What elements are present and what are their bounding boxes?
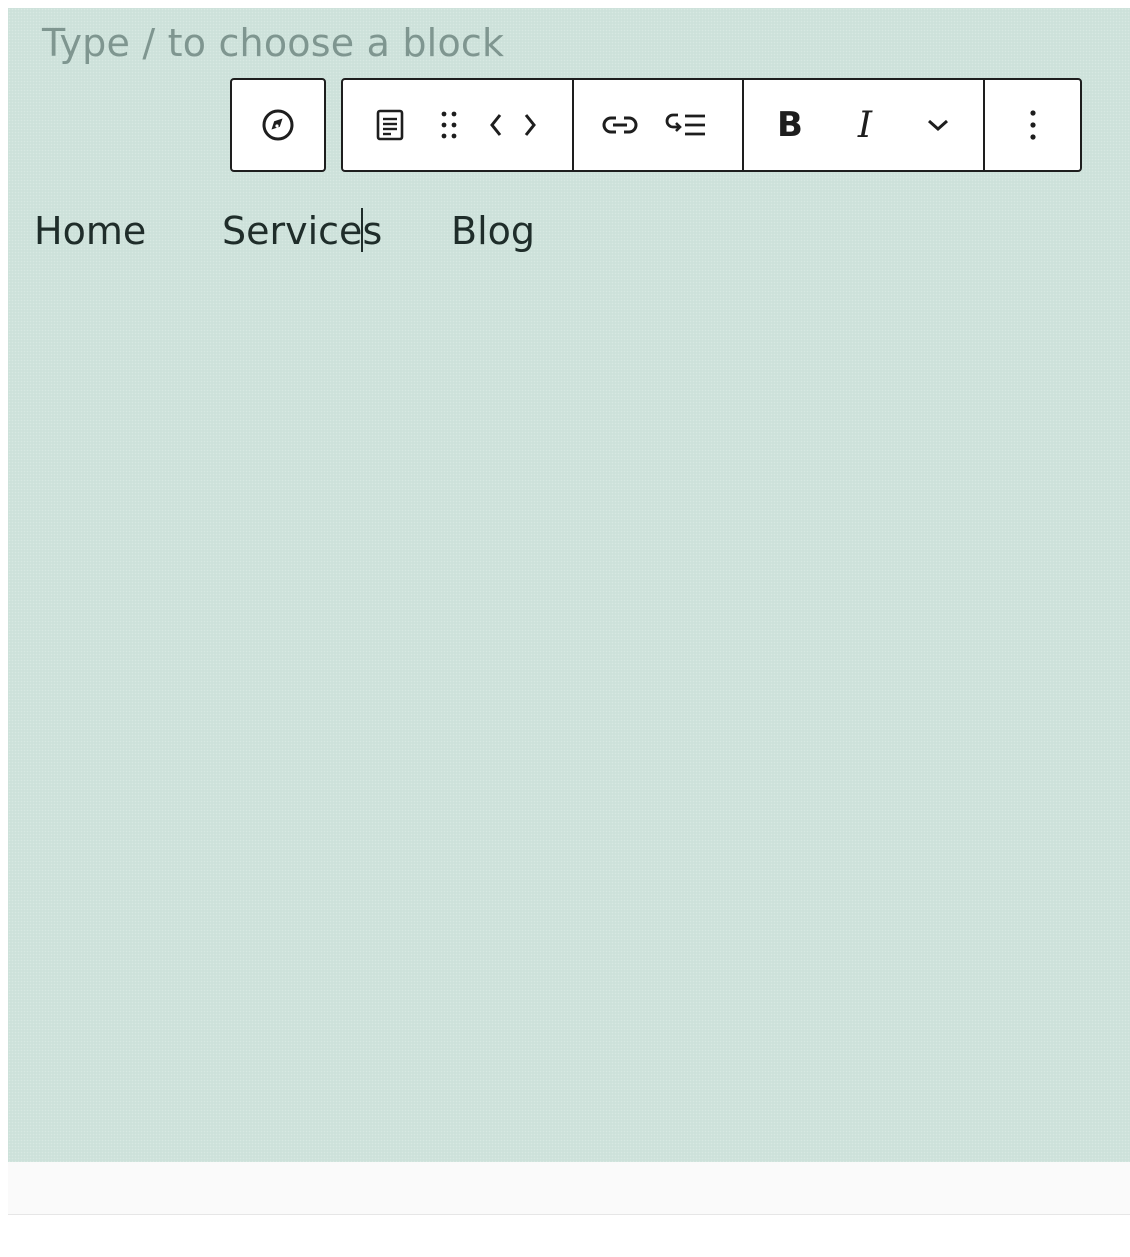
navigation-button[interactable] xyxy=(232,80,324,170)
italic-label: I xyxy=(857,104,873,146)
chevron-down-icon xyxy=(925,116,951,134)
block-placeholder[interactable]: Type / to choose a block xyxy=(42,20,504,66)
nav-link-services[interactable]: Services xyxy=(222,205,382,257)
toolbar-options-segment xyxy=(983,80,1080,170)
block-toolbar: B I xyxy=(341,78,1082,172)
drag-handle[interactable] xyxy=(419,80,479,170)
nav-link-home[interactable]: Home xyxy=(34,205,146,257)
link-icon xyxy=(600,111,640,139)
move-right-button[interactable] xyxy=(513,80,547,170)
italic-button[interactable]: I xyxy=(820,80,910,170)
chevron-left-icon xyxy=(487,110,505,140)
nav-link-services-text-after-caret: s xyxy=(362,209,383,253)
block-type-button[interactable] xyxy=(361,80,419,170)
nav-link-blog[interactable]: Blog xyxy=(451,205,535,257)
toolbar-link-segment xyxy=(572,80,742,170)
page-list-icon xyxy=(375,109,405,141)
editor-canvas[interactable]: Type / to choose a block B I Home Servic… xyxy=(8,8,1130,1162)
toolbar-format-segment: B I xyxy=(742,80,983,170)
more-formatting-button[interactable] xyxy=(910,80,966,170)
add-submenu-button[interactable] xyxy=(648,80,724,170)
link-button[interactable] xyxy=(592,80,648,170)
options-button[interactable] xyxy=(1003,80,1063,170)
move-left-button[interactable] xyxy=(479,80,513,170)
footer-band xyxy=(8,1162,1130,1214)
footer-area xyxy=(8,1215,1130,1257)
compass-icon xyxy=(260,107,296,143)
chevron-right-icon xyxy=(521,110,539,140)
drag-handle-icon xyxy=(438,109,460,141)
add-submenu-icon xyxy=(664,109,708,141)
navigation-links: Home Services Blog xyxy=(8,205,1130,257)
toolbar-block-segment xyxy=(343,80,572,170)
more-vertical-icon xyxy=(1028,108,1038,142)
bold-button[interactable]: B xyxy=(760,80,820,170)
nav-link-services-text-before-caret: Service xyxy=(222,209,363,253)
toolbar-navigation-group xyxy=(230,78,326,172)
bold-label: B xyxy=(777,105,803,145)
editor-page: Type / to choose a block B I Home Servic… xyxy=(0,0,1130,1257)
